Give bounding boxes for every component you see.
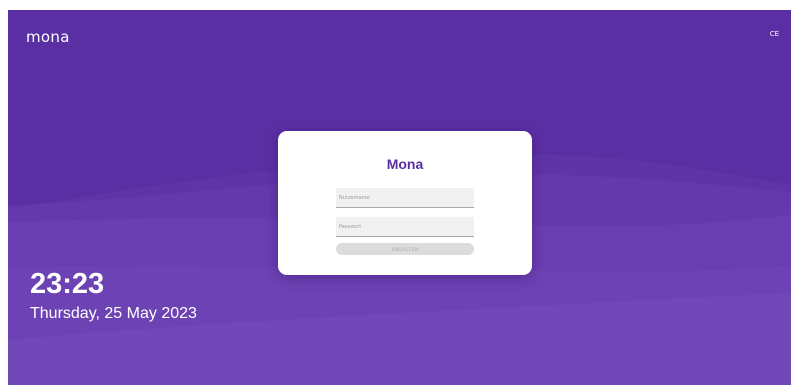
login-title: Mona: [386, 156, 424, 172]
password-input[interactable]: [336, 217, 474, 237]
login-screen: mona CE Mona EINLOGGEN 23:23 Thursday, 2…: [8, 10, 791, 385]
login-card: Mona EINLOGGEN: [278, 131, 532, 275]
clock-time: 23:23: [30, 268, 105, 300]
brand-logo: mona: [26, 28, 70, 46]
login-button[interactable]: EINLOGGEN: [336, 243, 474, 255]
username-input[interactable]: [336, 188, 474, 208]
ce-mark-icon: CE: [769, 30, 779, 38]
clock-date: Thursday, 25 May 2023: [30, 305, 197, 322]
